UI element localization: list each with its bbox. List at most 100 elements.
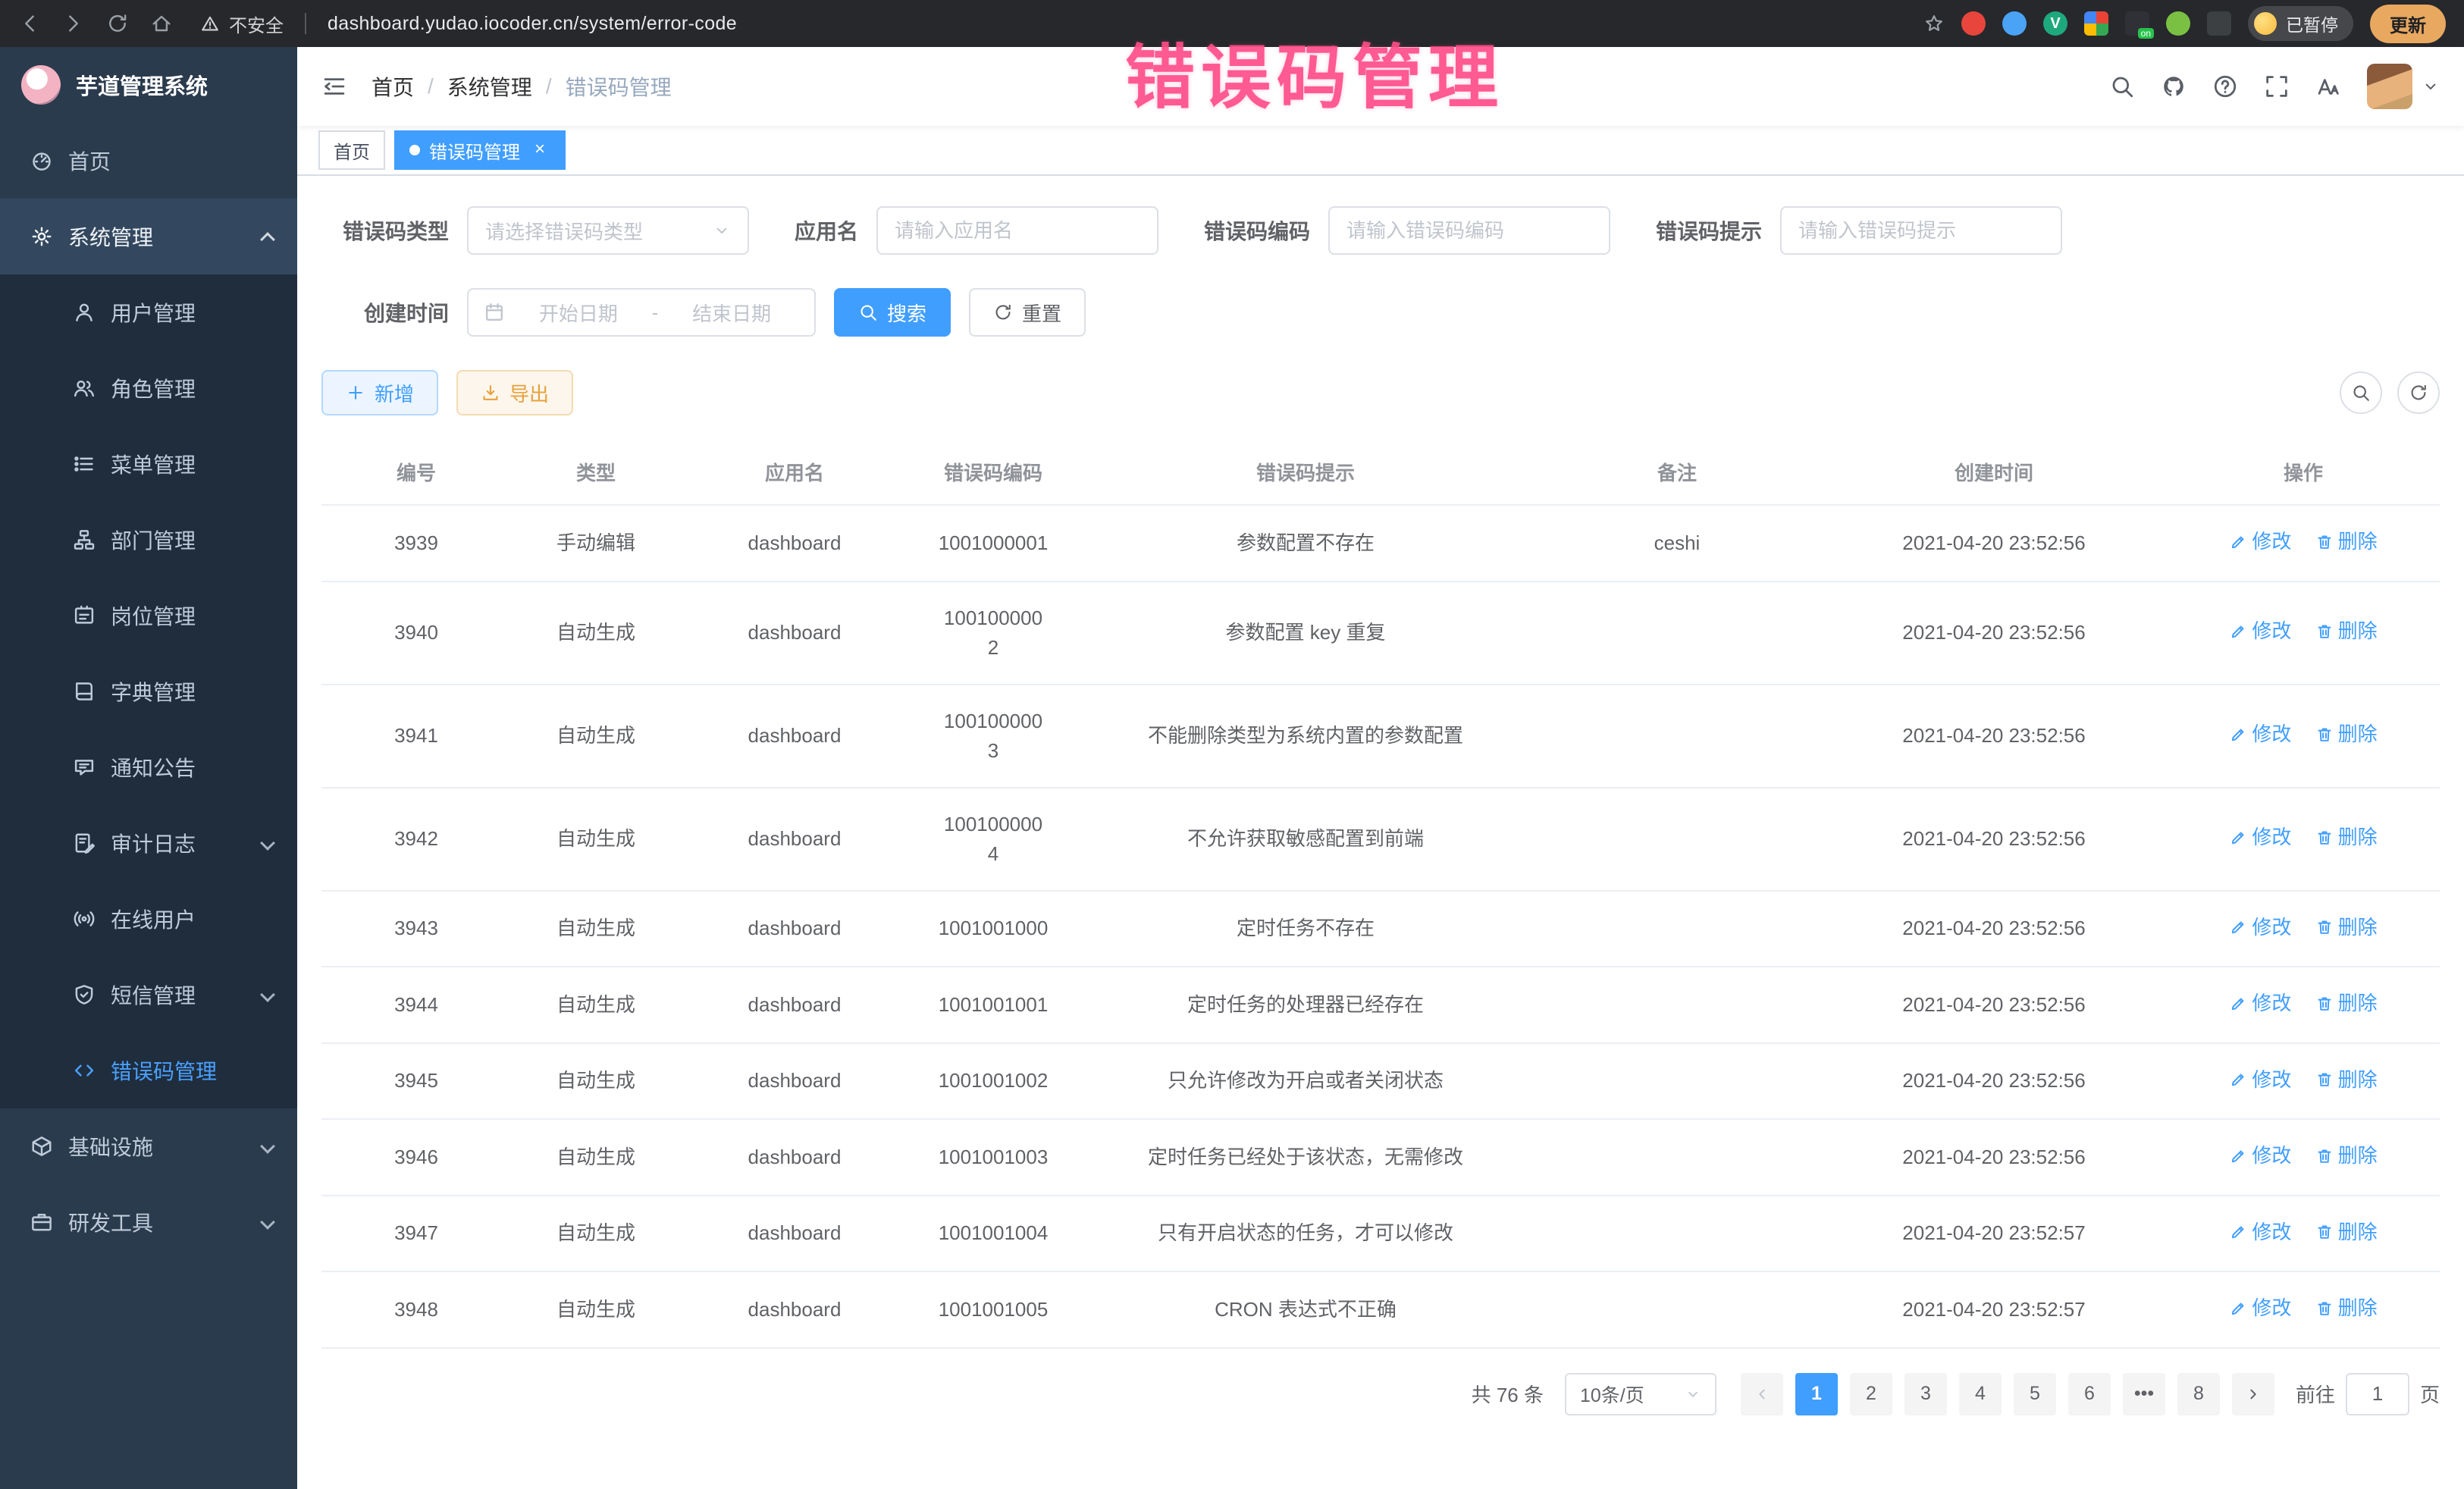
delete-link[interactable]: 删除 bbox=[2315, 616, 2378, 646]
sidebar-item[interactable]: 研发工具 bbox=[0, 1184, 297, 1260]
cell-remark bbox=[1533, 581, 1821, 685]
view-tab[interactable]: 错误码管理 × bbox=[394, 130, 566, 170]
delete-link[interactable]: 删除 bbox=[2315, 913, 2378, 942]
profile-paused-badge[interactable]: 已暂停 bbox=[2248, 6, 2353, 41]
edit-link[interactable]: 修改 bbox=[2229, 823, 2291, 852]
error-code-input[interactable] bbox=[1328, 206, 1610, 255]
delete-link[interactable]: 删除 bbox=[2315, 1293, 2378, 1323]
delete-link[interactable]: 删除 bbox=[2315, 1065, 2378, 1095]
forward-icon[interactable] bbox=[62, 12, 85, 35]
close-icon[interactable]: × bbox=[529, 139, 550, 161]
refresh-table-button[interactable] bbox=[2397, 371, 2440, 414]
update-button[interactable]: 更新 bbox=[2370, 5, 2446, 43]
sidebar-item[interactable]: 错误码管理 bbox=[0, 1033, 297, 1108]
green-v-ext-icon[interactable] bbox=[2043, 11, 2067, 36]
font-size-button[interactable] bbox=[2315, 74, 2341, 99]
sidebar-item[interactable]: 字典管理 bbox=[0, 654, 297, 729]
header-search-button[interactable] bbox=[2109, 74, 2135, 99]
sidebar-item[interactable]: 菜单管理 bbox=[0, 426, 297, 502]
page-size-select[interactable]: 10条/页 bbox=[1565, 1373, 1716, 1415]
delete-link[interactable]: 删除 bbox=[2315, 989, 2378, 1018]
page-number-button[interactable]: 5 bbox=[2014, 1373, 2056, 1415]
sidebar-item[interactable]: 在线用户 bbox=[0, 881, 297, 957]
app-name-input[interactable] bbox=[876, 206, 1158, 255]
cell-actions: 修改 删除 bbox=[2167, 505, 2440, 581]
user-icon bbox=[73, 301, 96, 324]
grid-ext-icon[interactable] bbox=[2084, 11, 2108, 36]
delete-icon bbox=[2315, 918, 2334, 936]
add-button[interactable]: 新增 bbox=[321, 370, 438, 415]
home-icon[interactable] bbox=[150, 12, 173, 35]
sidebar-item[interactable]: 短信管理 bbox=[0, 957, 297, 1033]
goto-page-input[interactable] bbox=[2346, 1373, 2409, 1415]
sidebar-item[interactable]: 用户管理 bbox=[0, 274, 297, 350]
green-leaf-ext-icon[interactable] bbox=[2166, 11, 2190, 36]
reload-icon[interactable] bbox=[106, 12, 129, 35]
next-page-button[interactable] bbox=[2232, 1373, 2274, 1415]
pin-ext-icon[interactable] bbox=[2207, 11, 2231, 36]
breadcrumb-item[interactable]: 系统管理 bbox=[447, 71, 532, 102]
delete-link[interactable]: 删除 bbox=[2315, 527, 2378, 556]
page-number-button[interactable]: 6 bbox=[2068, 1373, 2111, 1415]
help-button[interactable] bbox=[2212, 74, 2238, 99]
blue-ext-icon[interactable] bbox=[2002, 11, 2027, 36]
sidebar-item[interactable]: 系统管理 bbox=[0, 199, 297, 274]
sidebar-item[interactable]: 部门管理 bbox=[0, 502, 297, 578]
page-number-button[interactable]: 3 bbox=[1904, 1373, 1947, 1415]
sidebar-item[interactable]: 岗位管理 bbox=[0, 578, 297, 654]
breadcrumb-item[interactable]: 首页 bbox=[371, 71, 414, 102]
cell-type: 手动编辑 bbox=[511, 505, 681, 581]
edit-link[interactable]: 修改 bbox=[2229, 913, 2291, 942]
edit-link[interactable]: 修改 bbox=[2229, 1065, 2291, 1095]
date-range-picker[interactable]: 开始日期 - 结束日期 bbox=[467, 288, 816, 337]
toggle-search-button[interactable] bbox=[2340, 371, 2382, 414]
page-number-button[interactable]: 2 bbox=[1850, 1373, 1892, 1415]
sidebar-fold-button[interactable] bbox=[321, 74, 347, 99]
cell-hint: 只有开启状态的任务，才可以修改 bbox=[1078, 1196, 1533, 1272]
edit-link[interactable]: 修改 bbox=[2229, 989, 2291, 1018]
prev-page-button[interactable] bbox=[1741, 1373, 1783, 1415]
search-button[interactable]: 搜索 bbox=[834, 288, 951, 337]
cell-code: 1001001005 bbox=[908, 1271, 1078, 1348]
delete-link[interactable]: 删除 bbox=[2315, 1141, 2378, 1171]
onepass-ext-icon[interactable] bbox=[2125, 11, 2149, 36]
view-tab[interactable]: 首页 bbox=[318, 130, 385, 170]
filter-row-2: 创建时间 开始日期 - 结束日期 搜索 重置 bbox=[321, 288, 2440, 337]
sidebar-item-label: 角色管理 bbox=[111, 373, 196, 403]
app-logo[interactable]: 芋道管理系统 bbox=[0, 47, 297, 123]
sidebar-item[interactable]: 首页 bbox=[0, 123, 297, 199]
edit-link[interactable]: 修改 bbox=[2229, 1293, 2291, 1323]
export-button[interactable]: 导出 bbox=[456, 370, 573, 415]
table-row: 3948 自动生成 dashboard 1001001005 CRON 表达式不… bbox=[321, 1271, 2440, 1348]
edit-link[interactable]: 修改 bbox=[2229, 527, 2291, 556]
edit-link[interactable]: 修改 bbox=[2229, 616, 2291, 646]
page-number-button[interactable]: 1 bbox=[1795, 1373, 1838, 1415]
reset-button[interactable]: 重置 bbox=[969, 288, 1086, 337]
red-ext-icon[interactable] bbox=[1961, 11, 1986, 36]
address-bar[interactable]: dashboard.yudao.iocoder.cn/system/error-… bbox=[328, 13, 737, 35]
app-title: 芋道管理系统 bbox=[76, 69, 208, 101]
user-menu[interactable] bbox=[2367, 64, 2440, 109]
page-number-button[interactable]: ••• bbox=[2123, 1373, 2165, 1415]
edit-link[interactable]: 修改 bbox=[2229, 1218, 2291, 1247]
page-number-button[interactable]: 8 bbox=[2177, 1373, 2220, 1415]
delete-link[interactable]: 删除 bbox=[2315, 719, 2378, 749]
fullscreen-button[interactable] bbox=[2264, 74, 2290, 99]
delete-link[interactable]: 删除 bbox=[2315, 823, 2378, 852]
delete-link[interactable]: 删除 bbox=[2315, 1218, 2378, 1247]
error-type-select[interactable]: 请选择错误码类型 bbox=[467, 206, 749, 255]
edit-link[interactable]: 修改 bbox=[2229, 1141, 2291, 1171]
column-header: 错误码编码 bbox=[908, 440, 1078, 505]
sidebar-item[interactable]: 审计日志 bbox=[0, 805, 297, 881]
sidebar-item[interactable]: 角色管理 bbox=[0, 350, 297, 426]
sidebar-item[interactable]: 基础设施 bbox=[0, 1108, 297, 1184]
error-hint-input[interactable] bbox=[1780, 206, 2062, 255]
github-link[interactable] bbox=[2161, 74, 2187, 99]
sidebar-item[interactable]: 通知公告 bbox=[0, 729, 297, 805]
bookmark-star-icon[interactable] bbox=[1923, 13, 1945, 34]
page-number-button[interactable]: 4 bbox=[1959, 1373, 2002, 1415]
cell-type: 自动生成 bbox=[511, 1043, 681, 1120]
edit-link[interactable]: 修改 bbox=[2229, 719, 2291, 749]
back-icon[interactable] bbox=[18, 12, 41, 35]
security-chip[interactable]: 不安全 bbox=[200, 11, 284, 37]
